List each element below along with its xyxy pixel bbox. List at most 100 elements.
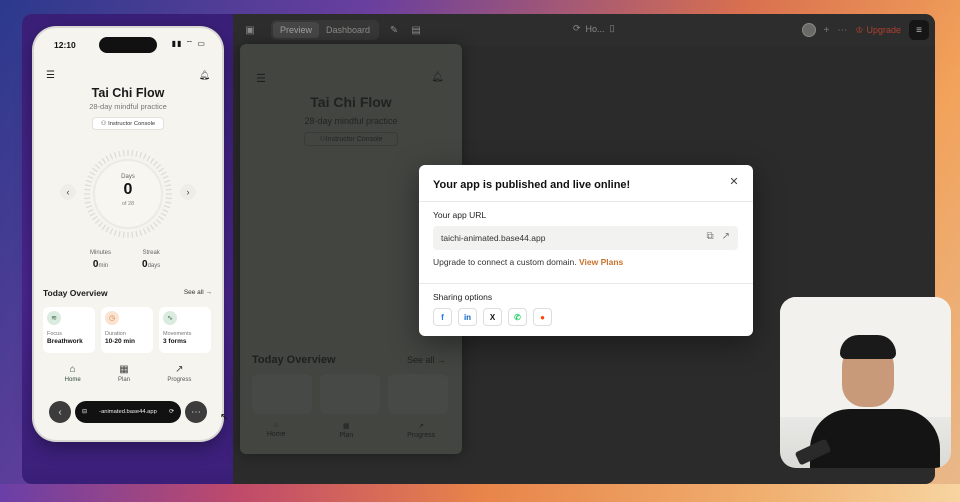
phone-preview: 12:10 ▮▮ ⌔ ▭ ☰ 🔔︎ Tai Chi Flow 28-day mi… [34, 28, 222, 440]
visual-edit-icon[interactable]: ✎ [387, 23, 401, 37]
tile-value: Breathwork [47, 338, 83, 345]
x-share-button[interactable]: X [483, 308, 502, 326]
mouse-cursor-icon: ↖ [220, 412, 229, 423]
app-title: Tai Chi Flow [91, 86, 165, 100]
whatsapp-icon: ✆ [514, 312, 521, 322]
device-icon[interactable]: ▯ [610, 23, 615, 34]
ring-tick [109, 153, 114, 160]
clock-icon: ◷ [105, 311, 119, 325]
url-label: Your app URL [433, 210, 487, 220]
nav-home[interactable]: ⌂ Home [65, 364, 81, 383]
user-avatar[interactable] [801, 23, 816, 37]
more-button[interactable]: ⋯ [185, 401, 207, 423]
ring-tick [142, 228, 147, 235]
overview-tiles: ≋ Focus Breathwork ◷ Duration 10-20 min … [43, 307, 211, 353]
bottom-nav: ⌂ Home ▦ Plan ↗ Progress [34, 364, 222, 383]
ring-tick [131, 150, 134, 157]
see-all-link[interactable]: See all → [184, 289, 212, 296]
trend-icon: ↗ [418, 423, 425, 430]
ring-tick [146, 155, 151, 162]
share-buttons: f in X ✆ ● [433, 308, 552, 326]
layout-icon[interactable]: ▤ [409, 23, 423, 37]
calendar-icon: ▦ [343, 423, 350, 430]
ring-tick [139, 151, 143, 159]
tile-focus[interactable]: ≋ Focus Breathwork [43, 307, 95, 353]
url-field[interactable]: taichi-animated.base44.app ⧉ ↗ [433, 226, 738, 250]
preview-instructor-console: ⚇ Instructor Console [304, 132, 398, 146]
bell-icon: 🔔︎ [431, 72, 444, 83]
ring-tick [155, 218, 162, 224]
tile-duration[interactable]: ◷ Duration 10-20 min [101, 307, 153, 353]
webcam-overlay [780, 297, 951, 468]
menu-icon: ☰ [256, 73, 266, 85]
stat-label: Streak [142, 250, 160, 256]
tile-value: 3 forms [163, 338, 187, 345]
crown-icon: ♔ [855, 24, 864, 35]
upgrade-button[interactable]: ♔ Upgrade [855, 25, 901, 36]
copy-icon[interactable]: ⧉ [706, 231, 713, 242]
bell-icon[interactable]: 🔔︎ [199, 70, 210, 81]
tile-movements[interactable]: ∿ Movements 3 forms [159, 307, 211, 353]
tab-preview[interactable]: Preview [273, 22, 320, 38]
nav-plan[interactable]: ▦ Plan [118, 364, 130, 383]
ring-tick [162, 208, 169, 213]
ring-tick [101, 224, 107, 230]
pulse-icon: ∿ [163, 311, 177, 325]
upgrade-note-text: Upgrade to connect a custom domain. [433, 257, 577, 267]
external-link-icon[interactable]: ↗ [722, 231, 730, 242]
browser-url-text: -animated.base44.app [99, 409, 157, 415]
refresh-icon[interactable]: ⟳ [573, 23, 581, 34]
presenter-hair [840, 335, 896, 359]
stat-unit: min [98, 263, 109, 269]
ring-tick [118, 150, 121, 157]
ring-tick [105, 226, 110, 233]
ring-tick [155, 164, 162, 170]
x-icon: X [489, 312, 496, 322]
days-value: 0 [123, 181, 133, 198]
preview-tile [320, 374, 380, 414]
tabs-icon: ⊟ [82, 409, 87, 415]
ring-tick [139, 229, 143, 237]
url-value: taichi-animated.base44.app [441, 233, 546, 243]
sidebar-toggle-icon[interactable]: ▣ [243, 23, 257, 37]
ring-tick [92, 215, 98, 221]
preview-console-label: Instructor Console [325, 135, 383, 143]
page-selector[interactable]: ⟳ Ho... ▯ [573, 23, 615, 34]
reddit-share-button[interactable]: ● [533, 308, 552, 326]
ring-tick [122, 150, 125, 157]
ring-tick [142, 153, 147, 160]
tile-label: Movements [163, 331, 192, 337]
preview-subtitle: 28-day mindful practice [304, 116, 398, 126]
instructor-console-button[interactable]: ⚇ Instructor Console [92, 117, 164, 130]
preview-today-overview: Today Overview [252, 354, 336, 366]
days-of: of 28 [121, 201, 135, 207]
ring-tick [109, 228, 114, 235]
status-bar: 12:10 ▮▮ ⌔ ▭ [34, 28, 222, 58]
browser-url-field[interactable]: ⊟ -animated.base44.app ⟳ [75, 401, 181, 423]
back-button[interactable]: ‹ [49, 401, 71, 423]
tab-dashboard[interactable]: Dashboard [319, 22, 377, 38]
linkedin-share-button[interactable]: in [458, 308, 477, 326]
facebook-share-button[interactable]: f [433, 308, 452, 326]
menu-icon[interactable]: ☰ [46, 70, 55, 81]
view-plans-link[interactable]: View Plans [579, 257, 623, 267]
reddit-icon: ● [540, 312, 545, 322]
add-icon[interactable]: + [824, 25, 830, 36]
preview-nav-progress: ↗ Progress [407, 422, 435, 439]
ring-tick [98, 221, 104, 228]
ring-tick [135, 231, 138, 238]
whatsapp-share-button[interactable]: ✆ [508, 308, 527, 326]
wind-icon: ≋ [47, 311, 61, 325]
more-icon[interactable]: ⋯ [837, 25, 847, 36]
chevron-left-icon: ‹ [58, 406, 62, 418]
ring-tick [158, 167, 164, 173]
presenter-body [810, 409, 940, 468]
stat-streak: Streak 0days [142, 250, 160, 270]
publish-menu-button[interactable]: ≡ [909, 20, 929, 40]
nav-progress[interactable]: ↗ Progress [167, 364, 191, 383]
today-overview-heading: Today Overview [43, 288, 108, 298]
close-icon[interactable]: ✕ [727, 175, 741, 188]
stat-minutes: Minutes 0min [90, 250, 111, 270]
ring-tick [98, 160, 104, 167]
reload-icon[interactable]: ⟳ [169, 409, 174, 415]
